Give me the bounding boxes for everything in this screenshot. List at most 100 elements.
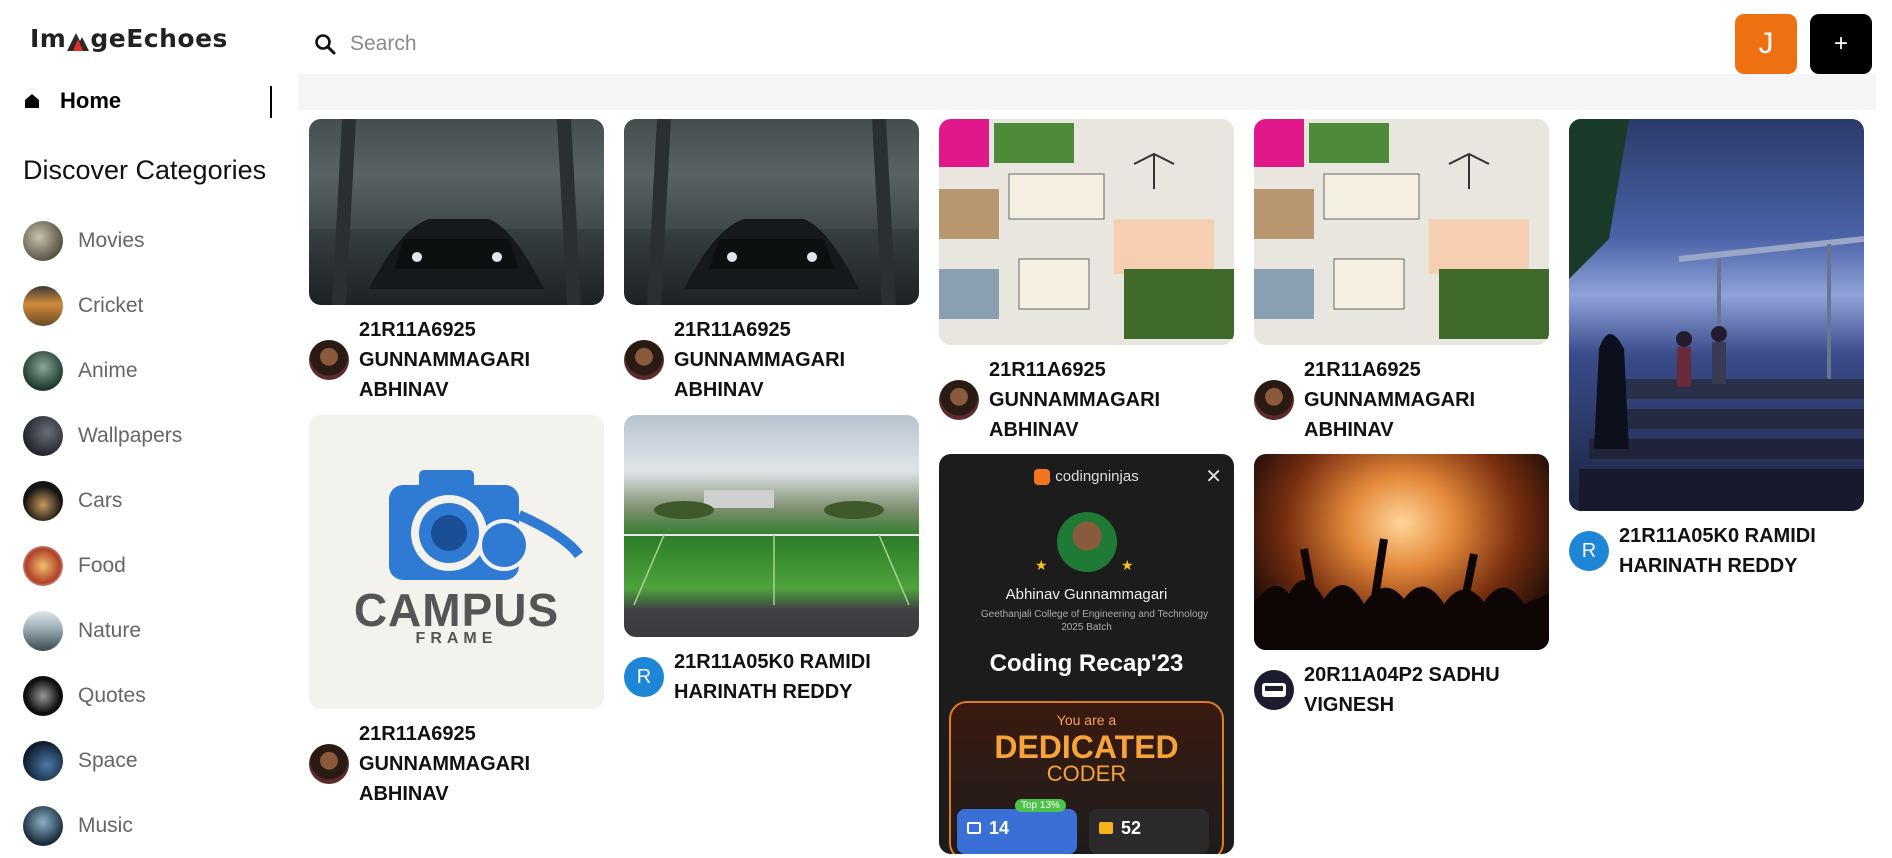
category-label: Food — [78, 553, 126, 577]
campus-logo-sub: FRAME — [415, 630, 498, 647]
category-avatar — [23, 740, 63, 781]
pin-image-campus-frame[interactable]: CAMPUS FRAME — [309, 415, 604, 709]
pin-card[interactable]: CAMPUS FRAME 21R11A6925 GUNNAMMAGARI ABH… — [309, 415, 604, 809]
category-item-movies[interactable]: Movies — [23, 208, 182, 273]
recap-college: Geethanjali College of Engineering and T… — [980, 609, 1209, 620]
pin-meta: 21R11A6925 GUNNAMMAGARI ABHINAV — [309, 315, 604, 405]
campus-logo-title: CAMPUS — [353, 584, 560, 636]
star-icon: ★ — [1121, 557, 1134, 573]
author-name[interactable]: 21R11A6925 GUNNAMMAGARI ABHINAV — [359, 719, 604, 809]
codingninjas-logo-icon — [1034, 469, 1051, 486]
recap-avatar — [1057, 512, 1117, 572]
category-item-cars[interactable]: Cars — [23, 468, 182, 533]
infographic-graphic — [1254, 119, 1549, 339]
car-graphic — [624, 119, 919, 305]
author-avatar[interactable] — [624, 340, 664, 380]
category-item-music[interactable]: Music — [23, 793, 182, 858]
recap-stat1: 14 — [989, 818, 1010, 838]
pin-image-dark-car[interactable] — [624, 119, 919, 305]
category-avatar — [23, 610, 63, 651]
pin-card[interactable]: 21R11A6925 GUNNAMMAGARI ABHINAV — [309, 119, 604, 405]
pin-card[interactable]: R 21R11A05K0 RAMIDI HARINATH REDDY — [624, 415, 919, 707]
pin-image-coding-recap[interactable]: codingninjas ✕ ★ ★ Abhinav Gunnammagari … — [939, 454, 1234, 854]
category-label: Music — [78, 813, 133, 837]
pin-card[interactable]: 20R11A04P2 SADHU VIGNESH — [1254, 454, 1549, 720]
pin-card[interactable]: codingninjas ✕ ★ ★ Abhinav Gunnammagari … — [939, 454, 1234, 854]
recap-stat2: 52 — [1121, 818, 1142, 838]
star-icon: ★ — [1035, 557, 1048, 573]
user-initial: J — [1758, 27, 1774, 60]
author-name[interactable]: 21R11A05K0 RAMIDI HARINATH REDDY — [1619, 521, 1864, 581]
pin-meta: 21R11A6925 GUNNAMMAGARI ABHINAV — [309, 719, 604, 809]
pin-image-inequality-infographic[interactable] — [1254, 119, 1549, 345]
category-label: Quotes — [78, 683, 146, 707]
author-avatar[interactable]: R — [1569, 531, 1609, 571]
author-name[interactable]: 21R11A6925 GUNNAMMAGARI ABHINAV — [674, 315, 919, 405]
close-icon[interactable]: ✕ — [1205, 464, 1222, 489]
pin-meta: R 21R11A05K0 RAMIDI HARINATH REDDY — [624, 647, 919, 707]
active-indicator — [270, 86, 272, 118]
category-avatar — [23, 545, 63, 586]
recap-person-name: Abhinav Gunnammagari — [1005, 586, 1168, 603]
add-pin-button[interactable]: + — [1810, 14, 1872, 74]
infographic-graphic — [939, 119, 1234, 339]
pin-image-concert-stage[interactable] — [1569, 119, 1864, 511]
category-label: Space — [78, 748, 138, 772]
pin-image-football-field[interactable] — [624, 415, 919, 637]
category-label: Cars — [78, 488, 123, 512]
category-item-cricket[interactable]: Cricket — [23, 273, 182, 338]
pin-card[interactable]: 21R11A6925 GUNNAMMAGARI ABHINAV — [624, 119, 919, 405]
logo-text-left: Im — [30, 24, 67, 53]
category-avatar — [23, 480, 63, 521]
pin-meta: 21R11A6925 GUNNAMMAGARI ABHINAV — [939, 355, 1234, 445]
pin-card[interactable]: 21R11A6925 GUNNAMMAGARI ABHINAV — [1254, 119, 1549, 445]
category-item-food[interactable]: Food — [23, 533, 182, 598]
author-avatar[interactable] — [1254, 670, 1294, 710]
category-item-quotes[interactable]: Quotes — [23, 663, 182, 728]
category-item-space[interactable]: Space — [23, 728, 182, 793]
category-item-anime[interactable]: Anime — [23, 338, 182, 403]
category-list: Movies Cricket Anime Wallpapers Cars Foo… — [23, 208, 182, 858]
author-avatar[interactable] — [309, 340, 349, 380]
author-name[interactable]: 21R11A6925 GUNNAMMAGARI ABHINAV — [359, 315, 604, 405]
calendar-icon — [967, 822, 981, 834]
category-item-wallpapers[interactable]: Wallpapers — [23, 403, 182, 468]
logo-mountain-icon — [67, 32, 90, 51]
recap-badge-line2: CODER — [1046, 761, 1127, 786]
logo-text-right: geEchoes — [90, 24, 228, 53]
recap-title: Coding Recap'23 — [989, 650, 1184, 677]
van-icon — [1262, 683, 1286, 697]
code-icon — [1099, 822, 1113, 834]
author-avatar[interactable] — [939, 380, 979, 420]
author-avatar[interactable] — [1254, 380, 1294, 420]
add-pin-label: + — [1833, 30, 1848, 57]
app-logo[interactable]: Im geEchoes — [30, 24, 228, 53]
sidebar: Im geEchoes Home Discover Categories Mov… — [0, 0, 290, 847]
author-name[interactable]: 21R11A6925 GUNNAMMAGARI ABHINAV — [1304, 355, 1549, 445]
author-initial: R — [636, 665, 652, 688]
pin-card[interactable]: 21R11A6925 GUNNAMMAGARI ABHINAV — [939, 119, 1234, 445]
category-avatar — [23, 220, 63, 261]
recap-batch: 2025 Batch — [1061, 622, 1112, 633]
pin-image-dark-car[interactable] — [309, 119, 604, 305]
author-name[interactable]: 21R11A05K0 RAMIDI HARINATH REDDY — [674, 647, 919, 707]
author-name[interactable]: 21R11A6925 GUNNAMMAGARI ABHINAV — [989, 355, 1234, 445]
search-input[interactable] — [350, 32, 1650, 56]
pin-image-inequality-infographic[interactable] — [939, 119, 1234, 345]
user-avatar-button[interactable]: J — [1735, 14, 1797, 74]
brand-name: codingninjas — [1055, 468, 1139, 485]
pin-card[interactable]: R 21R11A05K0 RAMIDI HARINATH REDDY — [1569, 119, 1864, 581]
search-bar — [298, 14, 1709, 74]
nav-home[interactable]: Home — [24, 88, 121, 114]
recap-top-tag: Top 13% — [1015, 799, 1066, 812]
category-item-nature[interactable]: Nature — [23, 598, 182, 663]
author-initial: R — [1581, 539, 1597, 562]
author-avatar[interactable]: R — [624, 657, 664, 697]
author-name[interactable]: 20R11A04P2 SADHU VIGNESH — [1304, 660, 1549, 720]
pin-meta: R 21R11A05K0 RAMIDI HARINATH REDDY — [1569, 521, 1864, 581]
category-label: Nature — [78, 618, 142, 642]
category-avatar — [23, 675, 63, 716]
author-avatar[interactable] — [309, 744, 349, 784]
pin-image-concert-crowd[interactable] — [1254, 454, 1549, 650]
nav-home-label: Home — [60, 88, 122, 113]
